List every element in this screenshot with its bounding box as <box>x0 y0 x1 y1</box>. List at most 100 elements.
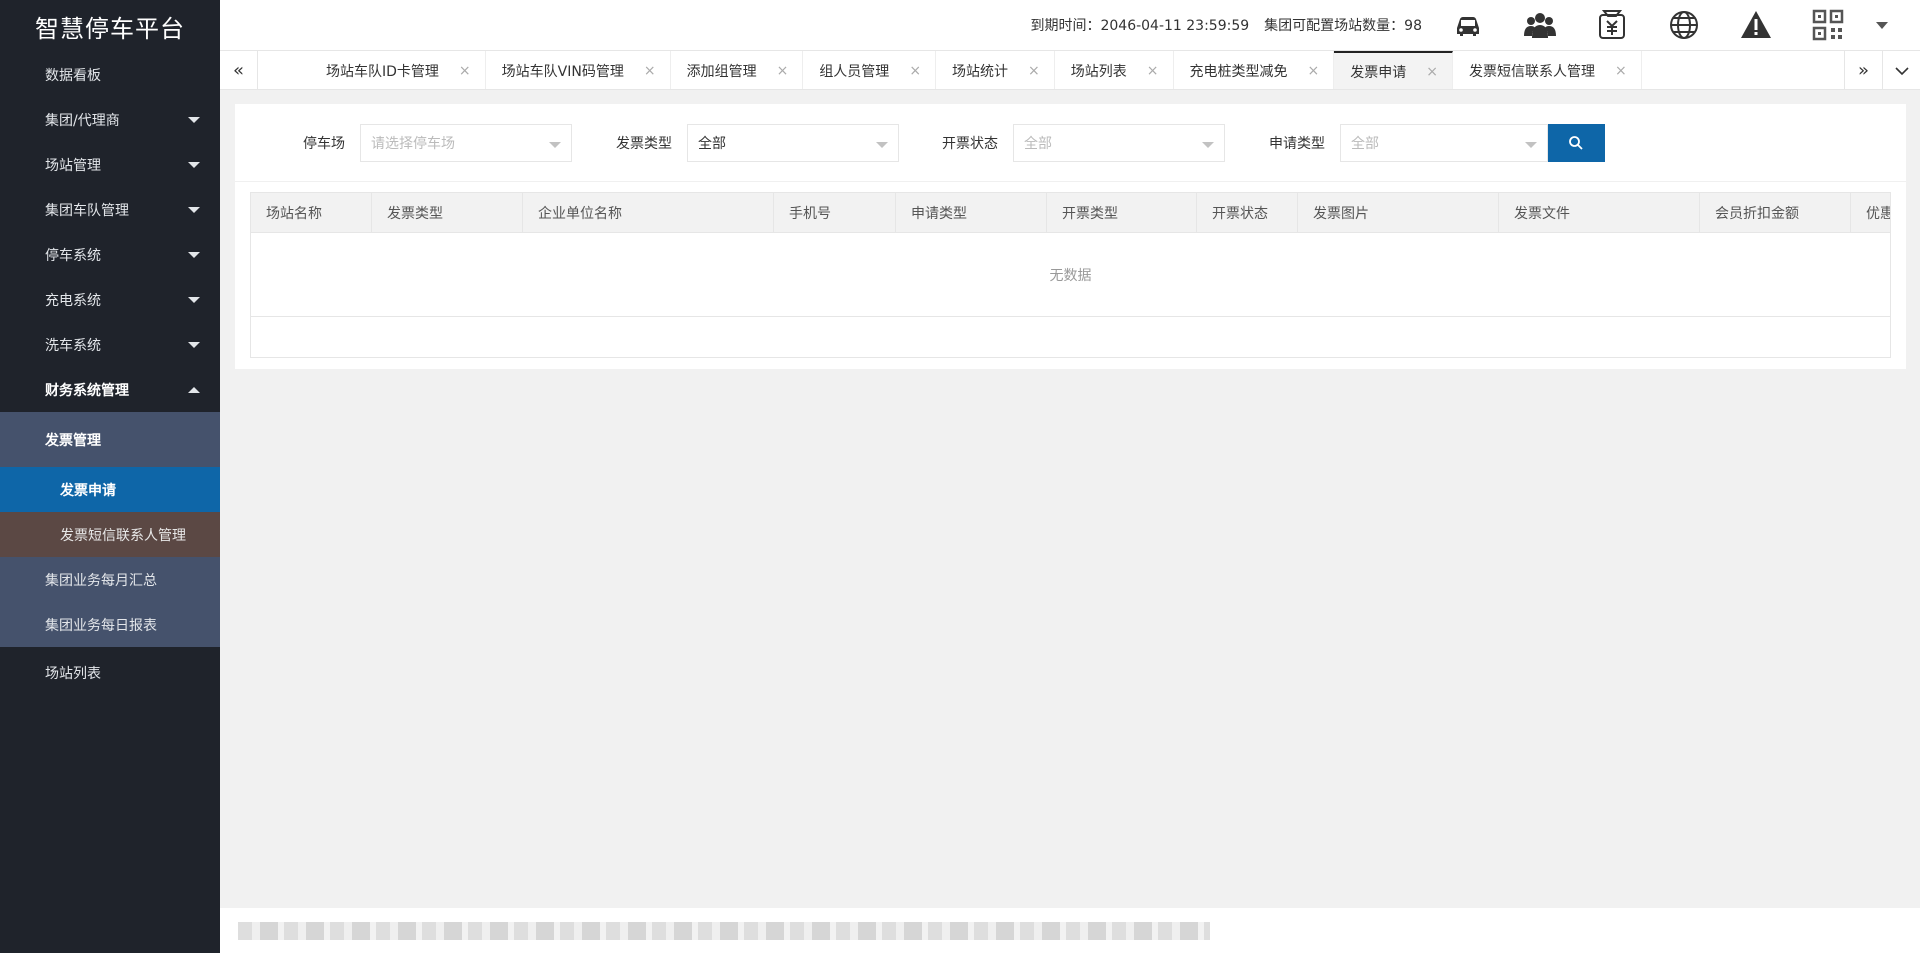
finance-submenu: 发票管理 发票申请 发票短信联系人管理 集团业务每月汇总 集团业务每日报表 <box>0 412 220 647</box>
tab-label: 场站列表 <box>1070 63 1127 80</box>
tab-label: 添加组管理 <box>686 63 757 80</box>
tab-invoice-apply[interactable]: 发票申请 × <box>1334 51 1453 89</box>
tab-label: 场站统计 <box>952 63 1009 80</box>
tab-station-list[interactable]: 场站列表 × <box>1055 51 1174 89</box>
app-logo-title: 智慧停车平台 <box>35 14 185 43</box>
close-icon[interactable]: × <box>459 63 471 79</box>
tab-charger-type-discount[interactable]: 充电桩类型减免 × <box>1174 51 1335 89</box>
close-icon[interactable]: × <box>644 63 656 79</box>
sidebar-item-label: 发票短信联系人管理 <box>60 527 186 544</box>
sidebar-item-label: 发票申请 <box>60 482 116 499</box>
tabs-menu-button[interactable] <box>1882 51 1920 90</box>
group-icon[interactable] <box>1504 0 1576 50</box>
column-header: 优惠 <box>1866 206 1890 222</box>
car-icon[interactable] <box>1432 0 1504 50</box>
footer <box>220 908 1920 953</box>
table-empty-state: 无数据 <box>251 233 1890 317</box>
invoice-type-select[interactable]: 全部 <box>687 123 899 162</box>
sidebar-item-dashboard[interactable]: 数据看板 <box>0 52 220 97</box>
parking-select[interactable]: 请选择停车场 <box>360 123 572 162</box>
close-icon[interactable]: × <box>1028 63 1040 79</box>
apply-type-select[interactable]: 全部 <box>1340 123 1548 162</box>
user-dropdown-caret[interactable] <box>1864 0 1900 50</box>
sidebar: 智慧停车平台 数据看板 集团/代理商 场站管理 集团车队管理 停车系统 充电系统… <box>0 0 220 953</box>
tab-list: 场站车队ID卡管理 × 场站车队VIN码管理 × 添加组管理 × 组人员管理 × 场站统… <box>258 51 1844 89</box>
sidebar-item-label: 集团/代理商 <box>45 112 120 129</box>
tab-station-stats[interactable]: 场站统计 × <box>936 51 1055 89</box>
chevron-down-icon <box>188 116 200 123</box>
footer-redacted-text <box>238 922 1210 940</box>
sidebar-item-invoice-management[interactable]: 发票管理 <box>0 412 220 467</box>
sidebar-item-charging-system[interactable]: 充电系统 <box>0 277 220 322</box>
column-header: 企业单位名称 <box>523 193 774 233</box>
tab-label: 充电桩类型减免 <box>1189 63 1288 80</box>
apply-type-filter-label: 申请类型 <box>1269 135 1325 152</box>
tab-label: 组人员管理 <box>819 63 890 80</box>
caret-down-icon <box>1202 141 1214 148</box>
column-header: 场站名称 <box>251 193 372 233</box>
main-panel: 停车场 请选择停车场 发票类型 全部 开票状态 全部 申请类型 全部 场站名称 … <box>235 104 1906 369</box>
close-icon[interactable]: × <box>1147 63 1159 79</box>
sidebar-item-label: 数据看板 <box>45 67 101 84</box>
tab-add-group[interactable]: 添加组管理 × <box>671 51 804 89</box>
sidebar-item-label: 集团业务每日报表 <box>45 617 157 634</box>
sidebar-item-finance-system[interactable]: 财务系统管理 <box>0 367 220 412</box>
tab-invoice-sms-contacts[interactable]: 发票短信联系人管理 × <box>1453 51 1642 89</box>
column-header: 发票类型 <box>372 193 523 233</box>
close-icon[interactable]: × <box>1308 63 1320 79</box>
sidebar-item-label: 场站管理 <box>45 157 101 174</box>
tab-label: 场站车队VIN码管理 <box>501 63 624 80</box>
column-header: 会员折扣金额 <box>1700 193 1851 233</box>
filter-bar: 停车场 请选择停车场 发票类型 全部 开票状态 全部 申请类型 全部 <box>235 104 1906 182</box>
search-button[interactable] <box>1547 123 1605 162</box>
sidebar-item-station-management[interactable]: 场站管理 <box>0 142 220 187</box>
chevron-down-icon <box>188 206 200 213</box>
chevron-down-icon <box>188 161 200 168</box>
close-icon[interactable]: × <box>909 63 921 79</box>
tabs-scroll-left-button[interactable]: « <box>220 51 258 90</box>
sidebar-item-label: 停车系统 <box>45 247 101 264</box>
caret-down-icon <box>549 141 561 148</box>
sidebar-item-parking-system[interactable]: 停车系统 <box>0 232 220 277</box>
sidebar-item-invoice-sms-contacts[interactable]: 发票短信联系人管理 <box>0 512 220 557</box>
sidebar-item-label: 发票管理 <box>45 432 101 449</box>
top-header: 到期时间：2046-04-11 23:59:59 集团可配置场站数量：98 <box>220 0 1920 50</box>
tab-label: 发票申请 <box>1350 64 1407 81</box>
issue-status-select[interactable]: 全部 <box>1013 123 1225 162</box>
tab-fleet-vin[interactable]: 场站车队VIN码管理 × <box>486 51 671 89</box>
close-icon[interactable]: × <box>1615 63 1627 79</box>
sidebar-item-daily-report[interactable]: 集团业务每日报表 <box>0 602 220 647</box>
tab-group-members[interactable]: 组人员管理 × <box>803 51 937 89</box>
invoice-yuan-icon[interactable] <box>1576 0 1648 50</box>
tab-fleet-id-card[interactable]: 场站车队ID卡管理 × <box>258 51 486 89</box>
close-icon[interactable]: × <box>777 63 789 79</box>
column-header: 发票文件 <box>1499 193 1700 233</box>
tabs-scroll-right-button[interactable]: » <box>1844 51 1882 90</box>
column-header: 发票图片 <box>1298 193 1499 233</box>
sidebar-item-label: 场站列表 <box>45 665 101 682</box>
sidebar-item-label: 洗车系统 <box>45 337 101 354</box>
globe-icon[interactable] <box>1648 0 1720 50</box>
warning-icon[interactable] <box>1720 0 1792 50</box>
sidebar-item-group-agent[interactable]: 集团/代理商 <box>0 97 220 142</box>
issue-status-select-placeholder: 全部 <box>1024 135 1052 152</box>
chevron-down-icon <box>188 296 200 303</box>
invoice-table: 场站名称 发票类型 企业单位名称 手机号 申请类型 开票类型 开票状态 发票图片… <box>250 192 1891 358</box>
sidebar-item-fleet-management[interactable]: 集团车队管理 <box>0 187 220 232</box>
sidebar-item-monthly-summary[interactable]: 集团业务每月汇总 <box>0 557 220 602</box>
parking-select-placeholder: 请选择停车场 <box>371 135 455 152</box>
column-header: 手机号 <box>774 193 896 233</box>
sidebar-item-invoice-apply[interactable]: 发票申请 <box>0 467 220 512</box>
tab-bar: « 场站车队ID卡管理 × 场站车队VIN码管理 × 添加组管理 × 组人员管理 × 场… <box>220 50 1920 90</box>
chevron-up-icon <box>188 386 200 393</box>
caret-down-icon <box>1876 21 1888 29</box>
close-icon[interactable]: × <box>1426 64 1438 80</box>
sidebar-item-label: 充电系统 <box>45 292 101 309</box>
issue-status-filter-label: 开票状态 <box>942 135 998 152</box>
sidebar-item-station-list[interactable]: 场站列表 <box>0 650 220 695</box>
chevron-down-icon <box>1894 66 1909 75</box>
qrcode-icon[interactable] <box>1792 0 1864 50</box>
table-header-row: 场站名称 发票类型 企业单位名称 手机号 申请类型 开票类型 开票状态 发票图片… <box>251 193 1890 233</box>
invoice-type-select-value: 全部 <box>698 135 726 152</box>
sidebar-item-carwash-system[interactable]: 洗车系统 <box>0 322 220 367</box>
